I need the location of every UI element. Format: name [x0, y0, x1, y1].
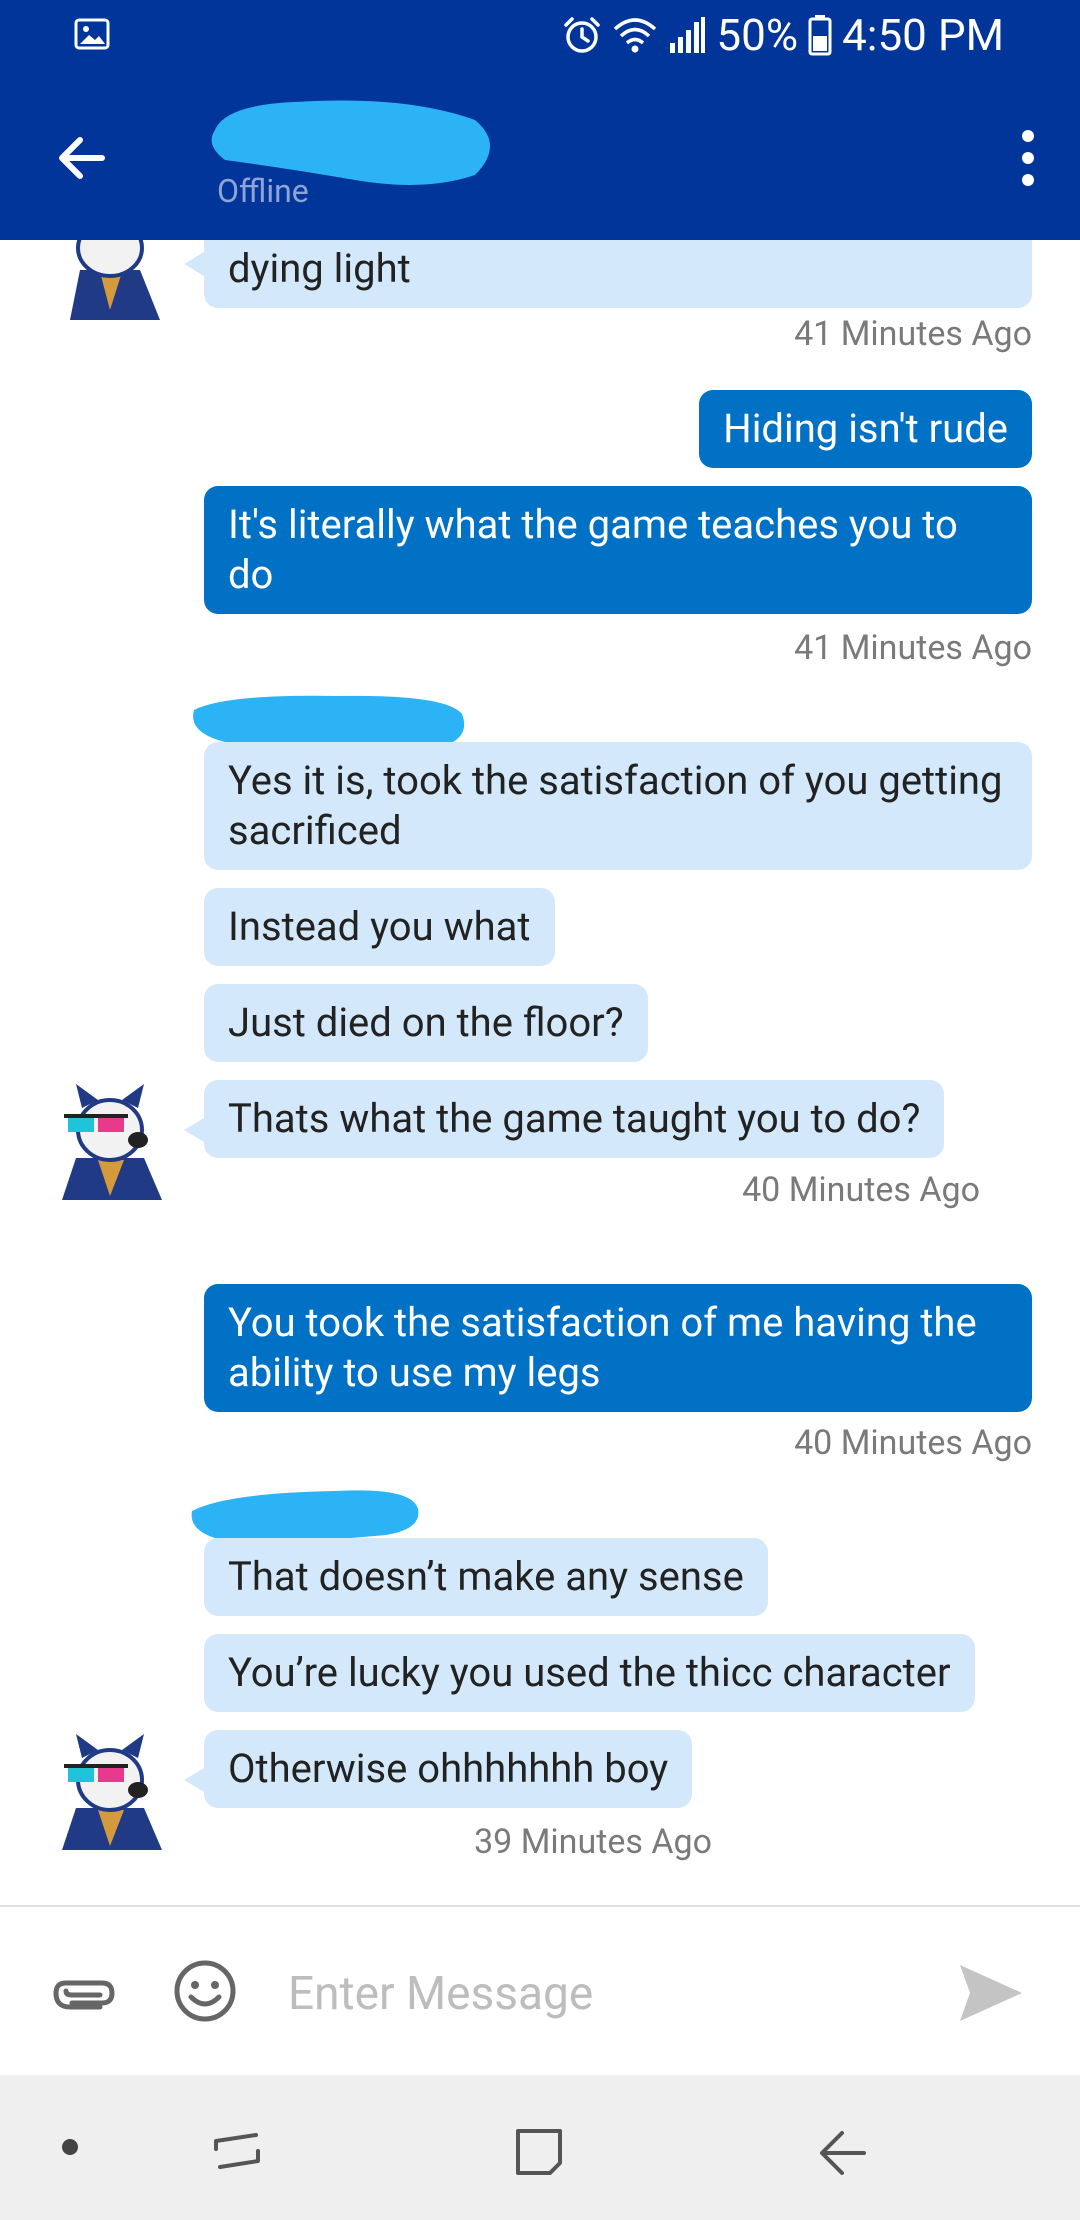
emoji-icon[interactable]	[173, 1959, 237, 2023]
status-icons: 50% 4:50 PM	[562, 8, 1004, 62]
incoming-message[interactable]: You’re lucky you used the thicc characte…	[204, 1634, 975, 1712]
contact-status: Offline	[217, 172, 309, 210]
battery-percent: 50%	[716, 9, 799, 61]
incoming-message[interactable]: That doesn’t make any sense	[204, 1538, 768, 1616]
bubble-tail	[184, 1118, 204, 1142]
outgoing-message[interactable]: Hiding isn't rude	[699, 390, 1032, 468]
message-input[interactable]	[288, 1959, 908, 2029]
clock-time: 4:50 PM	[842, 9, 1004, 61]
timestamp: 41 Minutes Ago	[794, 628, 1032, 668]
alarm-icon	[564, 17, 601, 53]
back-arrow-icon[interactable]	[52, 126, 116, 190]
incoming-message[interactable]: Just died on the floor?	[204, 984, 648, 1062]
system-nav-bar	[0, 2075, 1080, 2220]
outgoing-message[interactable]: It's literally what the game teaches you…	[204, 486, 1032, 614]
chat-thread[interactable]: dying light 41 Minutes Ago Hiding isn't …	[0, 240, 1080, 1905]
battery-icon	[808, 15, 832, 56]
incoming-message[interactable]: dying light	[204, 240, 1032, 308]
message-composer	[0, 1905, 1080, 2075]
nav-dot	[62, 2139, 78, 2155]
incoming-message[interactable]: Instead you what	[204, 888, 555, 966]
nav-back-icon[interactable]	[814, 2123, 870, 2179]
sender-name-redacted	[191, 1490, 419, 1542]
timestamp: 41 Minutes Ago	[794, 314, 1032, 354]
attach-icon[interactable]	[52, 1967, 116, 2017]
timestamp: 40 Minutes Ago	[742, 1170, 980, 1210]
dog-avatar[interactable]	[50, 240, 170, 320]
timestamp: 39 Minutes Ago	[474, 1822, 712, 1862]
signal-icon	[670, 17, 706, 53]
incoming-message[interactable]: Yes it is, took the satisfaction of you …	[204, 742, 1032, 870]
timestamp: 40 Minutes Ago	[794, 1423, 1032, 1463]
image-icon	[74, 18, 110, 50]
dog-avatar[interactable]	[50, 1730, 170, 1850]
outgoing-message[interactable]: You took the satisfaction of me having t…	[204, 1284, 1032, 1412]
incoming-message[interactable]: Thats what the game taught you to do?	[204, 1080, 945, 1158]
home-icon[interactable]	[512, 2123, 568, 2179]
recents-icon[interactable]	[210, 2123, 266, 2179]
incoming-message[interactable]: Otherwise ohhhhhhh boy	[204, 1730, 693, 1808]
status-bar: 50% 4:50 PM	[0, 0, 1080, 70]
app-bar: Offline	[0, 70, 1080, 240]
bubble-tail	[184, 1768, 204, 1792]
more-vert-icon[interactable]	[1016, 126, 1040, 190]
wifi-icon	[614, 18, 657, 53]
dog-avatar[interactable]	[50, 1080, 170, 1200]
send-icon[interactable]	[956, 1961, 1026, 2025]
bubble-tail	[184, 252, 204, 276]
